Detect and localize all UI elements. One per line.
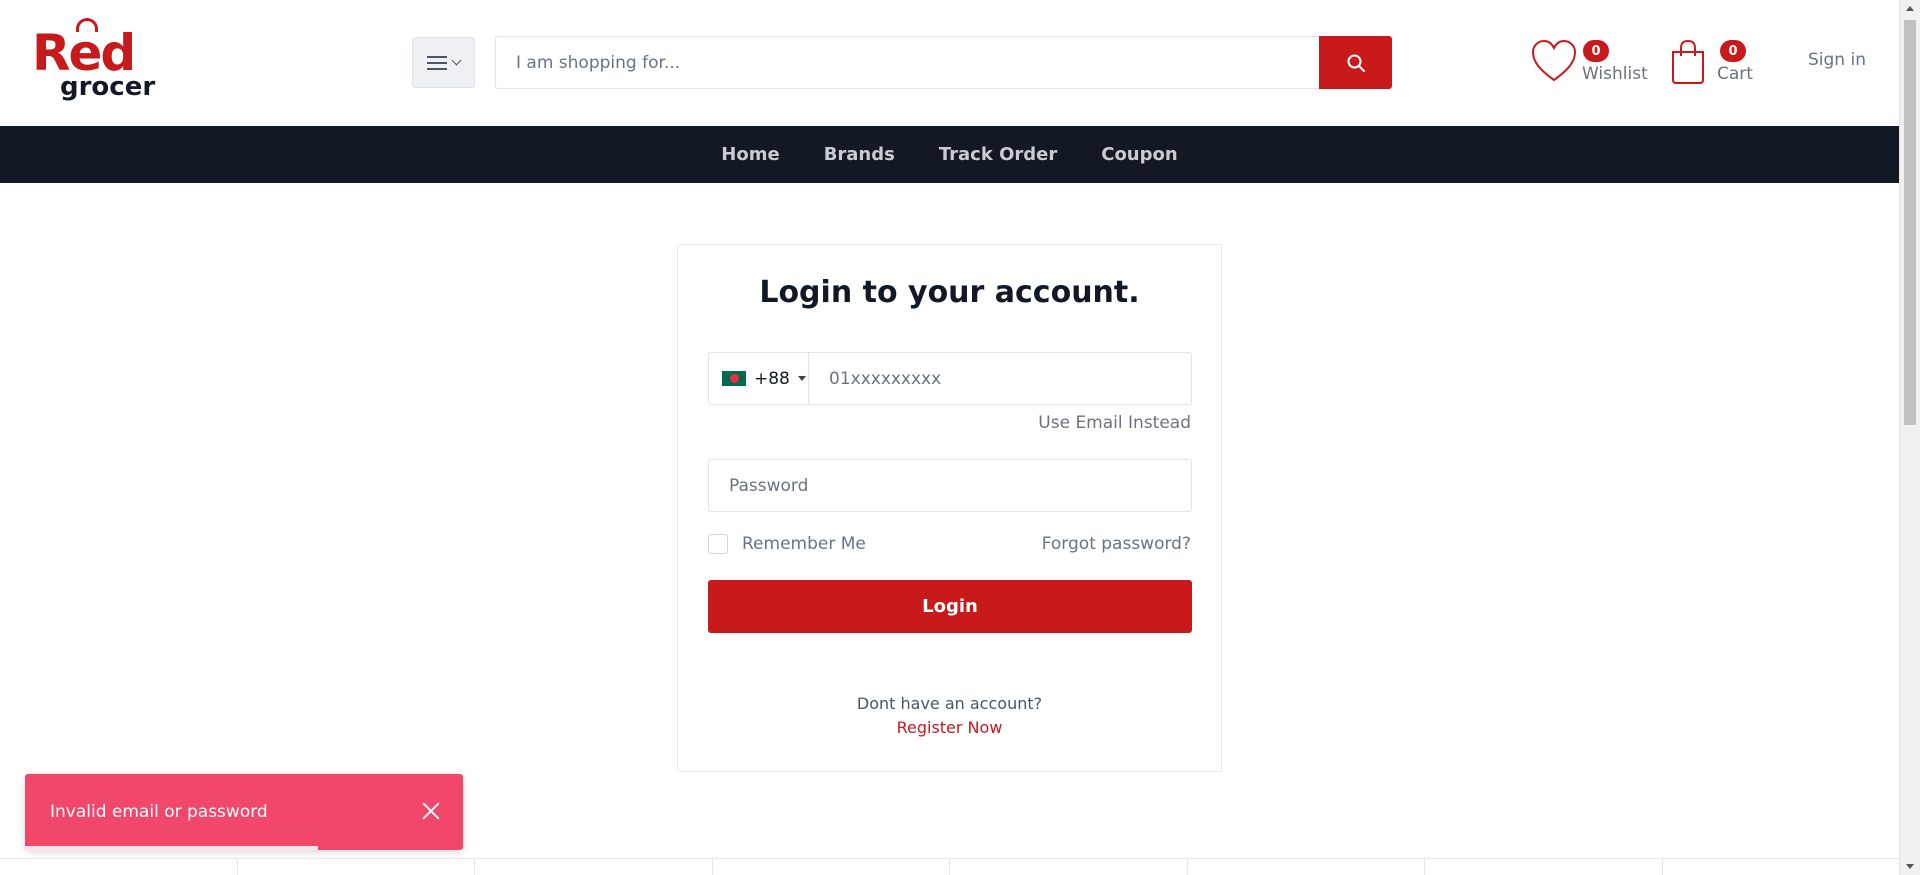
- scroll-down-icon[interactable]: [1906, 864, 1914, 869]
- country-code-select[interactable]: +88: [709, 353, 809, 404]
- wishlist-label: Wishlist: [1582, 64, 1648, 84]
- nav-item-track-order[interactable]: Track Order: [939, 144, 1057, 165]
- category-menu-button[interactable]: [412, 37, 475, 88]
- cart-count-badge: 0: [1720, 40, 1746, 62]
- search-button[interactable]: [1319, 36, 1392, 89]
- register-now-link[interactable]: Register Now: [678, 718, 1221, 737]
- phone-input[interactable]: [809, 353, 1191, 404]
- logo-text-top: Red: [32, 24, 136, 82]
- nav-item-brands[interactable]: Brands: [824, 144, 895, 165]
- bangladesh-flag-icon: [722, 371, 746, 386]
- footer-strip: [0, 858, 1899, 875]
- error-toast: Invalid email or password: [25, 774, 463, 850]
- heart-icon: [1531, 39, 1577, 82]
- cart-label: Cart: [1717, 64, 1753, 84]
- no-account-text: Dont have an account?: [856, 694, 1043, 713]
- login-card: Login to your account. +88 Use Email Ins…: [677, 244, 1222, 772]
- nav-item-coupon[interactable]: Coupon: [1101, 144, 1177, 165]
- wishlist-count-badge: 0: [1583, 40, 1609, 62]
- scroll-up-icon[interactable]: [1906, 6, 1914, 11]
- search-input[interactable]: [495, 36, 1319, 89]
- forgot-password-link[interactable]: Forgot password?: [1042, 534, 1191, 554]
- login-button[interactable]: Login: [708, 580, 1192, 633]
- remember-me-checkbox[interactable]: [708, 534, 728, 554]
- site-header: Red grocer 0 Wishlist 0 Cart Sign in: [0, 0, 1899, 126]
- main-nav: Home Brands Track Order Coupon: [0, 126, 1899, 183]
- password-input[interactable]: [708, 459, 1192, 512]
- search-icon: [1347, 54, 1365, 72]
- cart-link[interactable]: 0 Cart: [1668, 38, 1753, 84]
- login-title: Login to your account.: [759, 275, 1140, 310]
- remember-me[interactable]: Remember Me: [708, 534, 866, 554]
- hamburger-icon: [427, 55, 447, 70]
- nav-item-home[interactable]: Home: [721, 144, 779, 165]
- toast-message: Invalid email or password: [50, 802, 268, 822]
- site-logo[interactable]: Red grocer: [32, 18, 156, 108]
- remember-me-label: Remember Me: [742, 534, 866, 554]
- close-icon[interactable]: [421, 801, 441, 821]
- chevron-down-icon: [451, 55, 462, 66]
- wishlist-link[interactable]: 0 Wishlist: [1530, 38, 1648, 84]
- scroll-thumb[interactable]: [1904, 20, 1916, 425]
- search-bar: [495, 36, 1392, 89]
- sign-in-link[interactable]: Sign in: [1808, 50, 1866, 70]
- caret-down-icon: [797, 376, 806, 381]
- logo-text-bottom: grocer: [60, 72, 156, 102]
- toast-progress-bar: [25, 846, 319, 850]
- page-scrollbar[interactable]: [1899, 0, 1920, 875]
- shopping-bag-icon: [1672, 39, 1704, 84]
- use-email-instead-link[interactable]: Use Email Instead: [1038, 413, 1191, 433]
- country-code-value: +88: [754, 368, 790, 389]
- phone-field-group: +88: [708, 352, 1192, 405]
